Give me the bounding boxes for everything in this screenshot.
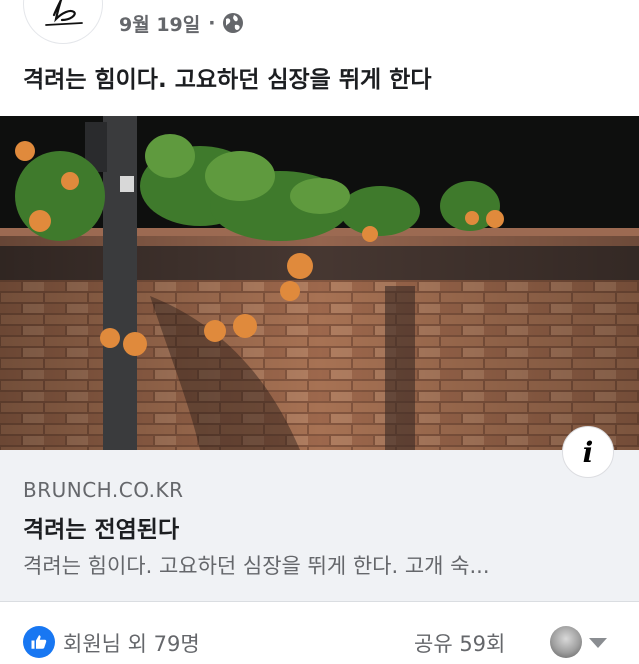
post-header: 9월 19일 · [0, 0, 639, 46]
link-domain: BRUNCH.CO.KR [23, 478, 184, 502]
post-date[interactable]: 9월 19일 [119, 10, 200, 37]
post-meta: 9월 19일 · [119, 10, 245, 36]
chevron-down-icon[interactable] [589, 638, 607, 648]
link-preview-image[interactable] [0, 116, 639, 450]
post-message: 격려는 힘이다. 고요하던 심장을 뛰게 한다 [23, 67, 432, 93]
link-preview-footer[interactable]: BRUNCH.CO.KR 격려는 전염된다 격려는 힘이다. 고요하던 심장을 … [0, 450, 639, 602]
reaction-count[interactable]: 회원님 외 79명 [63, 628, 200, 658]
link-title[interactable]: 격려는 전염된다 [23, 510, 179, 544]
viewer-avatar[interactable] [550, 626, 582, 658]
thumbs-up-icon[interactable] [23, 626, 55, 658]
brunch-logo-icon [45, 0, 83, 26]
meta-separator: · [208, 12, 216, 34]
brick-wall-flowers-photo [0, 116, 639, 450]
reaction-bar: 회원님 외 79명 공유 59회 [0, 602, 639, 664]
info-icon[interactable]: i [562, 426, 614, 478]
link-description: 격려는 힘이다. 고요하던 심장을 뛰게 한다. 고개 숙... [23, 554, 490, 578]
link-preview-card[interactable]: BRUNCH.CO.KR 격려는 전염된다 격려는 힘이다. 고요하던 심장을 … [0, 116, 639, 602]
share-count[interactable]: 공유 59회 [414, 628, 505, 658]
page-avatar[interactable] [23, 0, 103, 44]
globe-icon[interactable] [221, 11, 245, 35]
